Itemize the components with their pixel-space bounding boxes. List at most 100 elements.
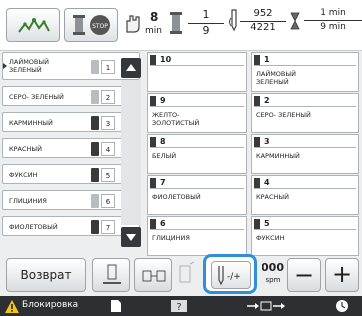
sequence-color-name: КРАСНЫЙ xyxy=(256,193,290,201)
stop-icon: STOP xyxy=(90,15,110,35)
time-total: 9 min xyxy=(320,22,346,32)
back-button[interactable]: Возврат xyxy=(6,258,86,292)
cell-header: 5 xyxy=(254,219,356,230)
color-name: ГЛИЦИНИЯ xyxy=(9,197,47,205)
sequence-number: 9 xyxy=(160,96,166,105)
thread-spool-icon xyxy=(91,142,99,156)
color-list-item[interactable]: ФИОЛЕТОВЫЙ 7 xyxy=(2,216,140,236)
sequence-color-name: ГЛИЦИНИЯ xyxy=(152,234,190,242)
color-swatch xyxy=(254,178,260,188)
sequence-cell[interactable]: 3 КАРМИННЫЙ xyxy=(251,134,359,174)
time-remaining: 1 min xyxy=(304,8,362,21)
color-list-item[interactable]: ГЛИЦИНИЯ 6 xyxy=(2,190,140,210)
clock-icon[interactable] xyxy=(335,299,349,313)
sequence-cell[interactable]: 2 СЕРО- ЗЕЛЕНЫЙ xyxy=(251,93,359,133)
scroll-up-button[interactable] xyxy=(121,58,141,78)
stitch-current: 1 xyxy=(188,8,224,24)
help-icon[interactable]: ? xyxy=(170,299,188,313)
thread-spool-icon xyxy=(91,90,99,104)
color-swatch xyxy=(150,178,156,188)
thread-spool-icon xyxy=(170,12,182,34)
sewing-speed-unit: spm xyxy=(265,276,281,284)
thread-color-list: ЛАЙМОВЫЙ ЗЕЛЕНЫЙ 1 СЕРО- ЗЕЛЕНЫЙ 2 КАРМИННЫЙ… xyxy=(2,52,140,242)
spool-icon xyxy=(73,15,85,35)
color-swatch xyxy=(150,96,156,106)
sequence-cell[interactable]: 5 ФУКСИН xyxy=(251,216,359,256)
speed-unit: min xyxy=(145,26,162,36)
time-fraction: 1 min 9 min xyxy=(304,8,362,32)
hand-icon xyxy=(126,15,140,33)
sequence-cell[interactable]: 7 ФИОЛЕТОВЫЙ xyxy=(147,175,247,215)
sequence-color-name: КАРМИННЫЙ xyxy=(256,152,300,160)
color-list-item[interactable]: КАРМИННЫЙ 3 xyxy=(2,112,140,132)
sequence-number: 7 xyxy=(160,178,166,187)
cell-header: 3 xyxy=(254,137,356,148)
sequence-cell[interactable]: 6 ГЛИЦИНИЯ xyxy=(147,216,247,256)
thread-cutter-button[interactable] xyxy=(92,258,130,292)
embroidery-pattern-icon xyxy=(18,18,50,33)
forward-back-button[interactable]: -/+ xyxy=(203,254,257,294)
arrow-up-icon xyxy=(126,64,136,71)
color-index: 7 xyxy=(101,220,115,234)
back-button-label: Возврат xyxy=(20,268,72,282)
color-list-item[interactable]: СЕРО- ЗЕЛЕНЫЙ 2 xyxy=(2,86,140,106)
bottom-controls: Возврат -/+ 1000 spm − + xyxy=(0,254,362,296)
thread-spool-icon xyxy=(91,168,99,182)
color-name: ЛАЙМОВЫЙ ЗЕЛЕНЫЙ xyxy=(9,58,49,74)
color-index: 5 xyxy=(101,168,115,182)
color-swatch xyxy=(150,55,156,65)
stitch-counter: 952 4221 xyxy=(240,8,286,33)
color-list-item[interactable]: ФУКСИН 5 xyxy=(2,164,140,184)
sequence-cell[interactable]: 1 ЛАЙМОВЫЙ ЗЕЛЕНЫЙ xyxy=(251,52,359,92)
sequence-color-name: СЕРО- ЗЕЛЕНЫЙ xyxy=(256,111,311,119)
color-index: 4 xyxy=(101,142,115,156)
color-swatch xyxy=(254,96,260,106)
color-list-item[interactable]: ЛАЙМОВЫЙ ЗЕЛЕНЫЙ 1 xyxy=(2,52,140,80)
cell-header: 1 xyxy=(254,55,356,66)
sequence-cell[interactable]: 10 xyxy=(147,52,247,92)
scroll-down-button[interactable] xyxy=(121,227,141,247)
cell-header: 2 xyxy=(254,96,356,107)
color-name: КРАСНЫЙ xyxy=(9,145,43,153)
color-index: 2 xyxy=(101,90,115,104)
sequence-number: 10 xyxy=(160,55,172,64)
document-icon[interactable] xyxy=(110,299,122,313)
embroidery-screen: STOP 8 min 1 9 952 4221 1 min 9 min ЛАЙМ… xyxy=(0,0,362,316)
color-swatch xyxy=(150,219,156,229)
color-name: ФУКСИН xyxy=(9,171,38,179)
thread-spool-icon xyxy=(91,194,99,208)
cell-header: 9 xyxy=(150,96,244,107)
disabled-stitch-icon xyxy=(179,261,195,283)
color-swatch xyxy=(254,137,260,147)
arrow-down-icon xyxy=(126,234,136,241)
stitch-total: 9 xyxy=(202,24,210,37)
thread-tension-icon[interactable] xyxy=(245,299,285,313)
color-list-item[interactable]: КРАСНЫЙ 4 xyxy=(2,138,140,158)
color-name: ФИОЛЕТОВЫЙ xyxy=(9,223,58,231)
needle-forward-back-icon: -/+ xyxy=(218,266,241,286)
cell-header: 8 xyxy=(150,137,244,148)
sequence-cell[interactable]: 4 КРАСНЫЙ xyxy=(251,175,359,215)
sequence-cell[interactable]: 9 ЖЕЛТО- ЗОЛОТИСТЫЙ xyxy=(147,93,247,133)
minus-icon: − xyxy=(293,261,315,289)
selected-marker-icon xyxy=(3,63,7,69)
lock-button[interactable]: Блокировка xyxy=(0,296,80,316)
speed-decrease-button[interactable]: − xyxy=(287,258,321,292)
status-bar: Блокировка ? xyxy=(0,296,362,316)
cell-header: 7 xyxy=(150,178,244,189)
thread-cutter-icon xyxy=(103,264,121,284)
thread-spool-icon xyxy=(91,60,99,74)
pattern-preview-button[interactable] xyxy=(6,8,60,42)
cell-header: 6 xyxy=(150,219,244,230)
sequence-number: 2 xyxy=(264,96,270,105)
sequence-cell[interactable]: 8 БЕЛЫЙ xyxy=(147,134,247,174)
stop-setting-button[interactable]: STOP xyxy=(64,8,118,42)
stitch-forward-back-disabled xyxy=(176,260,198,290)
scroll-track[interactable] xyxy=(121,80,141,225)
sequence-number: 3 xyxy=(264,137,270,146)
cell-header: 10 xyxy=(150,55,244,66)
color-name: СЕРО- ЗЕЛЕНЫЙ xyxy=(9,93,64,101)
speed-increase-button[interactable]: + xyxy=(325,258,359,292)
color-index: 1 xyxy=(101,60,115,74)
trace-button[interactable] xyxy=(134,258,172,292)
